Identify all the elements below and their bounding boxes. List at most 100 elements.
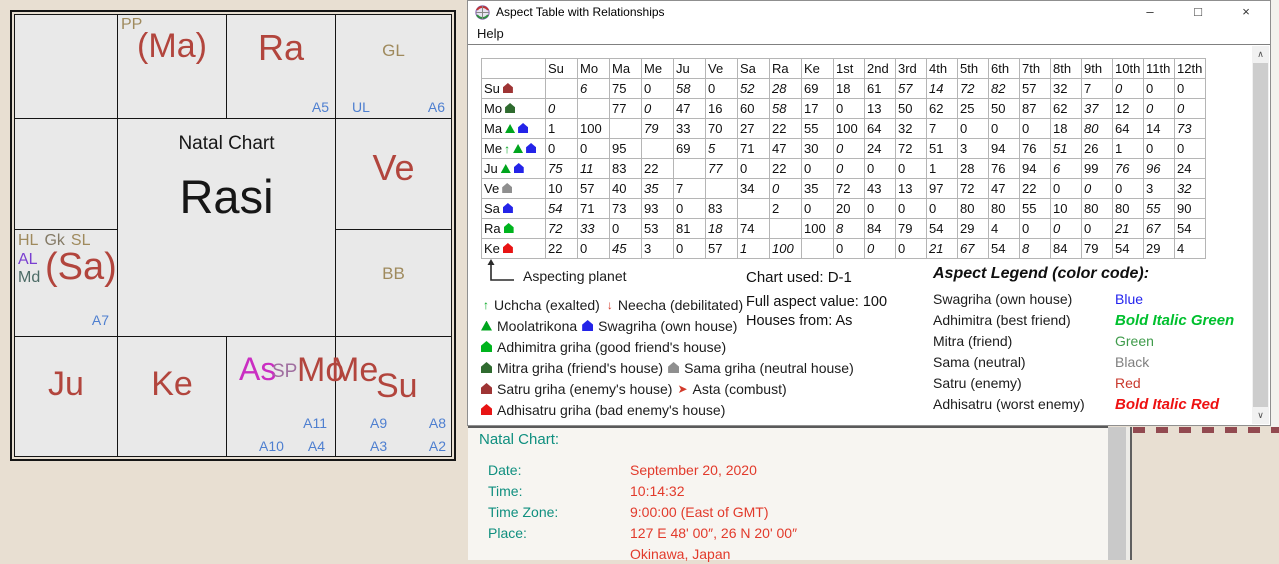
column-header: Ve — [706, 59, 738, 79]
aspect-value-cell: 20 — [834, 199, 865, 219]
maximize-button[interactable]: □ — [1174, 1, 1222, 23]
aspect-value-cell: 0 — [706, 79, 738, 99]
planet-mercury: Me — [331, 351, 378, 390]
moolatrikona-triangle-icon — [505, 124, 515, 133]
column-header: Me — [642, 59, 674, 79]
clipped-text-strip — [1133, 427, 1279, 433]
moolatrikona-triangle-icon — [513, 144, 523, 153]
legend-text: Satru griha (enemy's house) — [497, 381, 672, 397]
aspect-value-cell: 79 — [896, 219, 927, 239]
natal-value-timezone: 9:00:00 (East of GMT) — [630, 504, 769, 520]
house-icon — [481, 362, 492, 373]
aspect-value-cell — [642, 139, 674, 159]
aspect-value-cell: 79 — [1082, 239, 1113, 259]
aspect-value-cell: 57 — [578, 179, 610, 199]
aspect-value-cell: 0 — [1051, 179, 1082, 199]
legend-text: Adhimitra griha (good friend's house) — [497, 339, 726, 355]
app-icon[interactable] — [475, 5, 490, 20]
minimize-button[interactable]: – — [1126, 1, 1174, 23]
aspect-row: Sa5471739308320200008080551080805590 — [482, 199, 1206, 219]
aspect-value-cell: 14 — [1144, 119, 1175, 139]
house-icon — [505, 103, 515, 113]
aspect-value-cell: 24 — [865, 139, 896, 159]
arudha-label: A10 — [259, 438, 284, 454]
aspect-value-cell: 34 — [738, 179, 770, 199]
aspect-value-cell: 35 — [642, 179, 674, 199]
rasi-cell: PP (Ma) — [118, 15, 226, 118]
planet-row-header: Me↑ — [482, 139, 546, 159]
aspect-value-cell: 0 — [834, 239, 865, 259]
aspect-value-cell: 64 — [865, 119, 896, 139]
aspect-value-cell: 4 — [989, 219, 1020, 239]
scroll-up-icon[interactable]: ∧ — [1252, 46, 1269, 63]
aspect-value-cell: 51 — [927, 139, 958, 159]
natal-label-time: Time: — [488, 483, 522, 499]
column-header: 9th — [1082, 59, 1113, 79]
rasi-center-cell: Natal Chart Rasi — [118, 119, 335, 336]
legend-line: Adhimitra griha (good friend's house) — [481, 336, 854, 357]
aspect-value-cell: 0 — [674, 199, 706, 219]
aspect-value-cell: 0 — [1144, 139, 1175, 159]
screen: PP (Ma) Ra A5 GL UL A6 Natal Chart Rasi … — [0, 0, 1279, 560]
legend-line: Adhisatru griha (bad enemy's house) — [481, 399, 854, 420]
aspect-value-cell: 22 — [770, 159, 802, 179]
aspect-legend-row: Swagriha (own house)Blue — [933, 291, 1234, 312]
aspect-value-cell: 4 — [1175, 239, 1206, 259]
column-header: 6th — [989, 59, 1020, 79]
chart-point-hl: HL — [18, 232, 38, 249]
scroll-down-icon[interactable]: ∨ — [1252, 407, 1269, 424]
legend-text: Mitra griha (friend's house) — [497, 360, 663, 376]
chart-point-md: Md — [18, 269, 40, 287]
aspect-value-cell — [802, 239, 834, 259]
aspect-value-cell — [610, 119, 642, 139]
column-header: 2nd — [865, 59, 896, 79]
aspect-value-cell: 0 — [674, 239, 706, 259]
aspect-value-cell: 6 — [1051, 159, 1082, 179]
aspect-value-cell: 10 — [1051, 199, 1082, 219]
aspect-value-cell: 0 — [896, 239, 927, 259]
column-header: 1st — [834, 59, 865, 79]
moolatrikona-triangle-icon — [481, 321, 492, 331]
aspect-value-cell: 80 — [989, 199, 1020, 219]
aspecting-planet-label: Aspecting planet — [523, 268, 627, 284]
aspect-value-cell: 72 — [896, 139, 927, 159]
rasi-cell-empty — [15, 15, 117, 118]
aspect-value-cell: 0 — [802, 159, 834, 179]
planet-row-header: Ra — [482, 219, 546, 239]
aspect-value-cell: 0 — [1144, 99, 1175, 119]
aspect-value-cell: 13 — [896, 179, 927, 199]
aspect-value-cell: 32 — [896, 119, 927, 139]
aspect-value-cell: 10 — [546, 179, 578, 199]
aspect-value-cell: 26 — [1082, 139, 1113, 159]
aspect-value-cell: 0 — [896, 199, 927, 219]
aspect-value-cell: 80 — [1113, 199, 1144, 219]
planet-row-header: Mo — [482, 99, 546, 119]
aspect-value-cell: 74 — [738, 219, 770, 239]
aspect-value-cell: 80 — [958, 199, 989, 219]
column-header: Su — [546, 59, 578, 79]
aspect-value-cell — [706, 179, 738, 199]
scrollbar-thumb[interactable] — [1253, 63, 1268, 407]
aspect-value-cell: 0 — [896, 159, 927, 179]
exalted-arrow-icon: ↑ — [504, 142, 510, 156]
column-header: 7th — [1020, 59, 1051, 79]
full-aspect-note: Full aspect value: 100 — [746, 294, 887, 310]
aspect-value-cell: 55 — [802, 119, 834, 139]
aspect-value-cell: 58 — [770, 99, 802, 119]
close-button[interactable]: × — [1222, 1, 1270, 23]
aspect-value-cell: 76 — [989, 159, 1020, 179]
background-scrollbar[interactable] — [1108, 427, 1131, 560]
aspect-value-cell: 55 — [1020, 199, 1051, 219]
aspect-value-cell: 1 — [927, 159, 958, 179]
aspect-value-cell: 51 — [1051, 139, 1082, 159]
planet-row-header: Ma — [482, 119, 546, 139]
rasi-cell: BB — [336, 230, 451, 336]
aspect-value-cell: 7 — [674, 179, 706, 199]
aspect-value-cell — [546, 79, 578, 99]
aspect-value-cell: 70 — [706, 119, 738, 139]
window-scrollbar[interactable]: ∧ ∨ — [1252, 46, 1269, 424]
aspect-value-cell: 29 — [1144, 239, 1175, 259]
menu-help[interactable]: Help — [471, 26, 510, 41]
planet-sun: Su — [376, 367, 418, 406]
background-scrollbar-thumb[interactable] — [1108, 427, 1126, 560]
